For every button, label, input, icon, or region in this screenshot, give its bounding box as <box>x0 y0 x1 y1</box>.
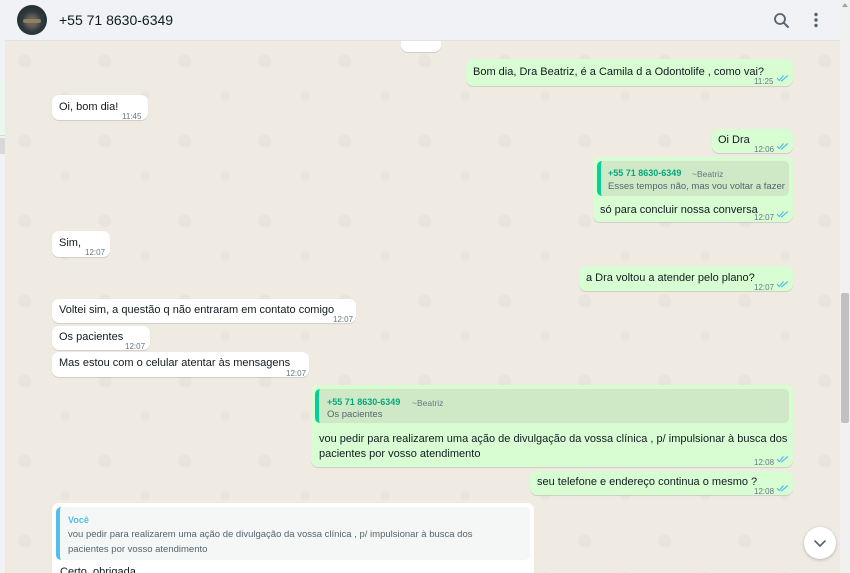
message-text: a Dra voltou a atender pelo plano? <box>586 272 755 284</box>
read-ticks-icon <box>776 75 789 82</box>
message-time: 12:08 <box>754 487 775 496</box>
quoted-message[interactable]: Você vou pedir para realizarem uma ação … <box>56 507 530 560</box>
message-bubble[interactable]: Mas estou com o celular atentar às mensa… <box>52 352 309 378</box>
message-list[interactable]: Bom dia, Dra Beatriz, é a Camila d a Odo… <box>5 41 840 573</box>
message-text: Certo, obrigada <box>60 566 136 573</box>
search-icon[interactable] <box>770 9 792 31</box>
message-time: 12:07 <box>85 248 106 257</box>
read-ticks-icon <box>776 143 789 150</box>
read-ticks-icon <box>776 211 789 218</box>
message-bubble[interactable]: Oi, bom dia! 11:45 <box>52 95 148 121</box>
message-time: 11:25 <box>754 77 774 86</box>
quote-text-line: vou pedir para realizarem uma ação de di… <box>68 529 473 540</box>
quote-text-line: pacientes por vosso atendimento <box>68 544 208 555</box>
message-text: Voltei sim, a questão q não entraram em … <box>59 304 335 316</box>
read-ticks-icon <box>776 456 789 463</box>
chat-header: +55 71 8630-6349 <box>5 0 840 41</box>
page-scrollbar[interactable] <box>840 0 850 573</box>
quote-sender: ~Beatriz <box>412 398 444 408</box>
quoted-message[interactable]: +55 71 8630-6349 ~Beatriz Os pacientes <box>315 389 789 423</box>
message-time: 12:07 <box>333 315 354 324</box>
message-bubble[interactable]: Sim, 12:07 <box>52 231 110 257</box>
quote-author: Você <box>68 515 89 525</box>
message-bubble[interactable]: a Dra voltou a atender pelo plano? 12:07 <box>579 266 793 292</box>
contact-name[interactable]: +55 71 8630-6349 <box>59 12 173 28</box>
message-time: 12:07 <box>754 283 775 292</box>
message-text: só para concluir nossa conversa <box>600 204 758 216</box>
message-time: 12:06 <box>754 145 775 154</box>
message-text-line: pacientes por vosso atendimento <box>319 448 481 460</box>
message-bubble[interactable]: seu telefone e endereço continua o mesmo… <box>530 471 793 496</box>
scroll-to-bottom-button[interactable] <box>804 527 836 559</box>
quote-author: +55 71 8630-6349 <box>608 168 682 178</box>
message-text: Mas estou com o celular atentar às mensa… <box>59 357 291 369</box>
message-bubble[interactable]: Voltei sim, a questão q não entraram em … <box>52 299 356 324</box>
scroll-up-arrow-icon[interactable] <box>842 3 848 7</box>
message-text: seu telefone e endereço continua o mesmo… <box>537 476 758 488</box>
message-text-line: vou pedir para realizarem uma ação de di… <box>319 433 788 445</box>
chevron-down-icon <box>814 539 826 547</box>
message-bubble[interactable]: Oi Dra 12:06 <box>712 129 793 154</box>
message-text: Sim, <box>59 237 81 249</box>
message-text: Os pacientes <box>59 331 124 343</box>
message-bubble[interactable]: Os pacientes 12:07 <box>52 326 150 351</box>
message-text: Oi, bom dia! <box>59 101 119 113</box>
message-bubble[interactable]: Você vou pedir para realizarem uma ação … <box>52 503 534 573</box>
kebab-menu-icon[interactable] <box>805 9 827 31</box>
message-text: Bom dia, Dra Beatriz, é a Camila d a Odo… <box>473 66 765 78</box>
contact-avatar[interactable] <box>17 5 47 35</box>
quoted-message[interactable]: +55 71 8630-6349 ~Beatriz Esses tempos n… <box>597 161 789 196</box>
quote-text: Esses tempos não, mas vou voltar a fazer <box>608 181 785 192</box>
message-bubble[interactable]: Bom dia, Dra Beatriz, é a Camila d a Odo… <box>466 59 793 86</box>
message-time: 12:07 <box>754 213 775 222</box>
scrollbar-thumb[interactable] <box>841 293 849 423</box>
chat-window: +55 71 8630-6349 Bom dia, Dra Beatriz, é… <box>5 0 840 573</box>
message-text: Oi Dra <box>718 134 750 146</box>
message-time: 12:08 <box>754 458 775 467</box>
message-bubble[interactable]: +55 71 8630-6349 ~Beatriz Os pacientes v… <box>311 385 793 467</box>
message-bubble[interactable] <box>401 41 441 52</box>
quote-text: Os pacientes <box>327 409 383 420</box>
read-ticks-icon <box>776 281 789 288</box>
message-bubble[interactable]: +55 71 8630-6349 ~Beatriz Esses tempos n… <box>593 157 793 222</box>
message-time: 11:45 <box>122 112 142 121</box>
message-time: 12:07 <box>286 369 307 378</box>
read-ticks-icon <box>776 485 789 492</box>
